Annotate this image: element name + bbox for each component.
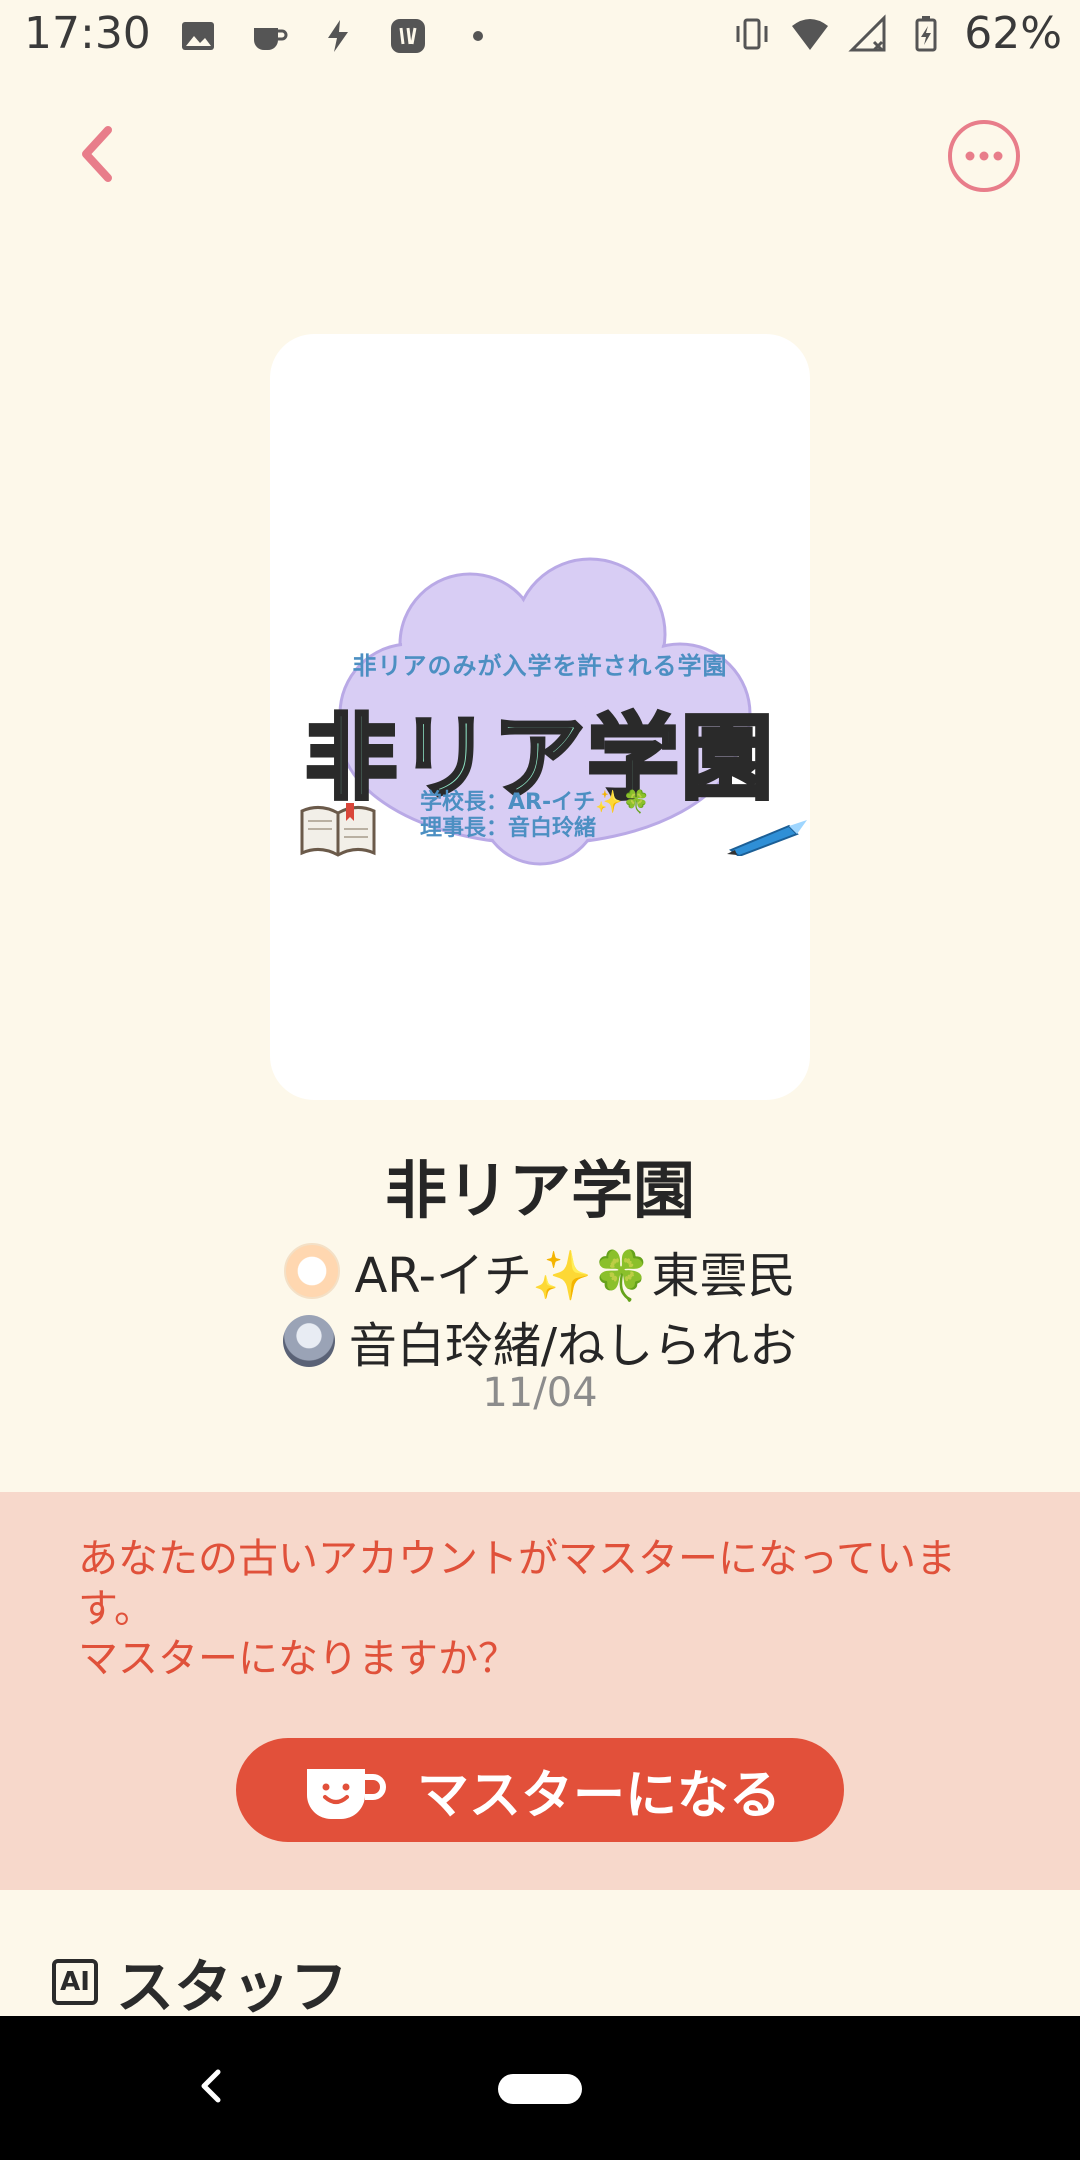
- more-options-button[interactable]: [946, 118, 1022, 194]
- creator-name: 音白玲緒/ねしられお: [348, 1318, 798, 1374]
- cover-credit-principal: 学校長：AR-イチ✨🍀: [420, 790, 650, 815]
- bolt-icon: [318, 16, 358, 56]
- become-master-label: マスターになる: [416, 1765, 781, 1826]
- battery-icon: [906, 14, 946, 54]
- cover-image-card[interactable]: 非リアのみが入学を許される学園 非リア学園 学校長：AR-イチ✨🍀 理事長：音白…: [270, 334, 810, 1100]
- master-notice-panel: あなたの古いアカウントがマスターになっていま す。 マスターになりますか？ マス…: [0, 1492, 1080, 1890]
- signal-icon: [848, 13, 888, 54]
- status-bar: 17:30 62%: [0, 0, 1080, 72]
- cover-logo-credits: 学校長：AR-イチ✨🍀 理事長：音白玲緒: [420, 790, 650, 842]
- avatar: [282, 1315, 335, 1367]
- cover-art: 非リアのみが入学を許される学園 非リア学園 学校長：AR-イチ✨🍀 理事長：音白…: [270, 554, 810, 874]
- battery-percent: 62%: [964, 8, 1062, 59]
- notice-line: マスターになりますか？: [78, 1636, 518, 1682]
- vibrate-icon: [732, 14, 772, 54]
- chevron-left-icon: [82, 126, 112, 182]
- cup-icon: [306, 1769, 386, 1819]
- cup-icon: [248, 16, 288, 56]
- back-button[interactable]: [64, 118, 128, 190]
- date-label: 11/04: [482, 1370, 598, 1416]
- cover-credit-chairman: 理事長：音白玲緒: [420, 816, 597, 841]
- page-title: 非リア学園: [384, 1154, 695, 1227]
- ai-badge-icon: AI: [52, 1959, 98, 2005]
- image-icon: [178, 16, 218, 56]
- creator-row[interactable]: AR-イチ✨🍀東雲民: [0, 1236, 1080, 1306]
- dot-icon: [458, 16, 498, 56]
- pen-icon: [727, 820, 807, 856]
- wifi-icon: [790, 14, 830, 54]
- staff-section-header: AI スタッフ: [52, 1940, 348, 2024]
- app-icon: [388, 16, 428, 56]
- avatar: [284, 1243, 341, 1299]
- status-system-icons: 62%: [732, 8, 1062, 59]
- status-notification-icons: [178, 14, 498, 58]
- more-icon: [948, 120, 1020, 192]
- creator-name: AR-イチ✨🍀東雲民: [354, 1248, 796, 1304]
- creator-row[interactable]: 音白玲緒/ねしられお: [0, 1306, 1080, 1376]
- staff-label: スタッフ: [116, 1953, 349, 2021]
- nav-home-pill[interactable]: [498, 2074, 582, 2104]
- system-navigation-bar: [0, 2016, 1080, 2160]
- book-icon: [300, 803, 376, 857]
- cover-logo-subtitle: 非リアのみが入学を許される学園: [352, 652, 728, 680]
- notice-line: す。: [78, 1586, 154, 1632]
- nav-back-icon[interactable]: [190, 2056, 230, 2116]
- become-master-button[interactable]: マスターになる: [236, 1738, 844, 1842]
- notice-message: あなたの古いアカウントがマスターになっていま す。 マスターになりますか？: [78, 1534, 1018, 1684]
- notice-line: あなたの古いアカウントがマスターになっていま: [78, 1536, 956, 1582]
- status-time: 17:30: [24, 8, 151, 59]
